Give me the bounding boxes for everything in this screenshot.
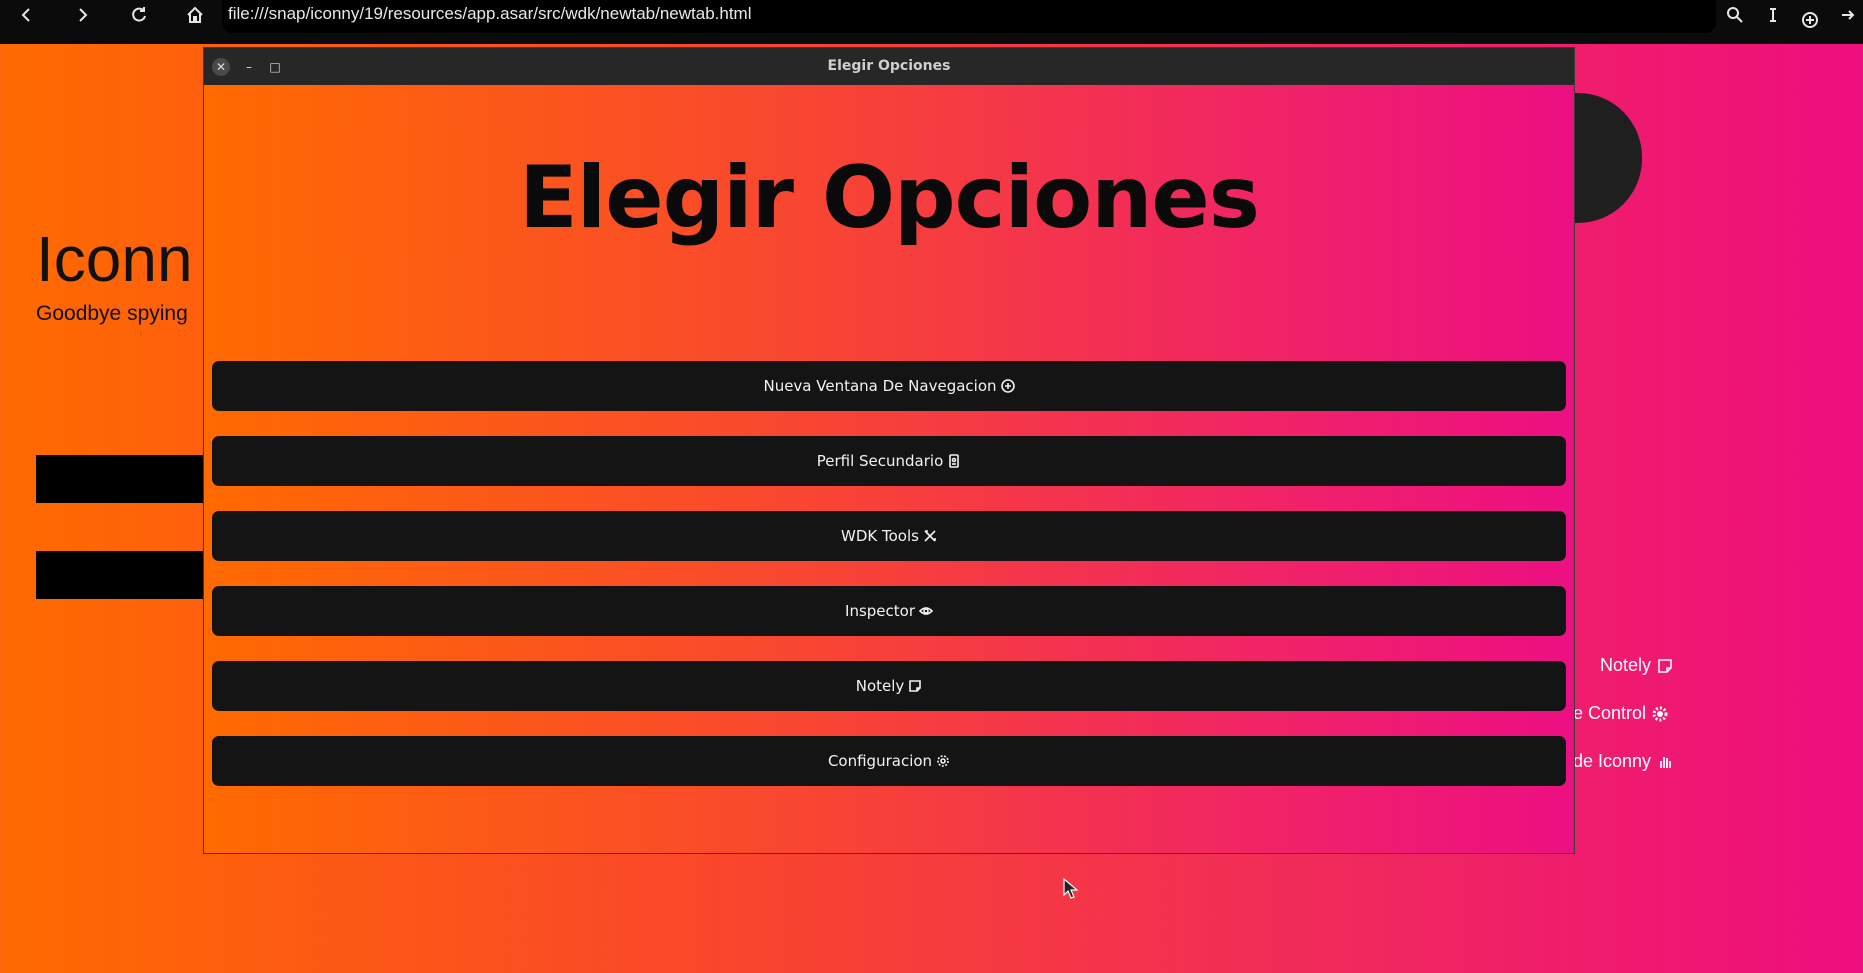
settings-button[interactable]: Configuracion	[212, 736, 1566, 786]
home-icon[interactable]	[170, 0, 220, 30]
arrow-right-icon[interactable]	[1823, 0, 1863, 30]
background-title: Iconn	[36, 223, 193, 295]
secondary-profile-button[interactable]: Perfil Secundario	[212, 436, 1566, 486]
option-label: Nueva Ventana De Navegacion	[763, 377, 997, 395]
option-label: Perfil Secundario	[816, 452, 944, 470]
dialog-titlebar: Elegir Opciones ✕ – □	[204, 48, 1574, 85]
reload-icon[interactable]	[114, 0, 164, 30]
option-label: Configuracion	[827, 752, 933, 770]
dialog-window-title: Elegir Opciones	[827, 58, 951, 74]
background-link-control[interactable]: e Control	[1573, 703, 1668, 724]
wdk-tools-button[interactable]: WDK Tools	[212, 511, 1566, 561]
options-dialog: Elegir Opciones ✕ – □ Elegir Opciones Nu…	[203, 47, 1575, 854]
maximize-icon[interactable]: □	[266, 58, 284, 76]
forward-icon[interactable]	[57, 0, 107, 30]
dialog-heading: Elegir Opciones	[519, 148, 1260, 248]
background-subtitle: Goodbye spying	[36, 302, 188, 325]
option-label: Inspector	[845, 602, 915, 620]
browser-toolbar: file:///snap/iconny/19/resources/app.asa…	[0, 0, 1863, 44]
inspector-button[interactable]: Inspector	[212, 586, 1566, 636]
note-icon	[909, 680, 922, 692]
background-button[interactable]	[36, 551, 226, 599]
back-icon[interactable]	[2, 0, 52, 30]
minimize-icon[interactable]: –	[240, 58, 258, 76]
notely-button[interactable]: Notely	[212, 661, 1566, 711]
gear-icon	[1652, 706, 1668, 721]
background-search-bar[interactable]	[36, 455, 226, 503]
background-link-label: e Control	[1573, 703, 1647, 723]
plus-circle-icon	[1000, 379, 1015, 393]
background-link-label: de Iconny	[1573, 751, 1652, 771]
profile-card-icon	[949, 454, 960, 468]
eye-icon	[918, 607, 933, 615]
address-bar[interactable]: file:///snap/iconny/19/resources/app.asa…	[222, 0, 1716, 33]
hand-icon	[1660, 756, 1671, 768]
close-icon[interactable]: ✕	[212, 58, 230, 76]
background-link-iconny[interactable]: de Iconny	[1573, 751, 1673, 772]
note-icon	[1658, 658, 1672, 673]
option-label: Notely	[855, 677, 905, 695]
option-label: WDK Tools	[841, 527, 919, 545]
new-window-button[interactable]: Nueva Ventana De Navegacion	[212, 361, 1566, 411]
background-link-notely[interactable]: Notely	[1600, 655, 1673, 676]
gear-icon	[937, 755, 949, 767]
tools-icon	[924, 530, 936, 542]
mouse-pointer-icon	[1063, 878, 1079, 899]
background-link-label: Notely	[1600, 655, 1652, 675]
